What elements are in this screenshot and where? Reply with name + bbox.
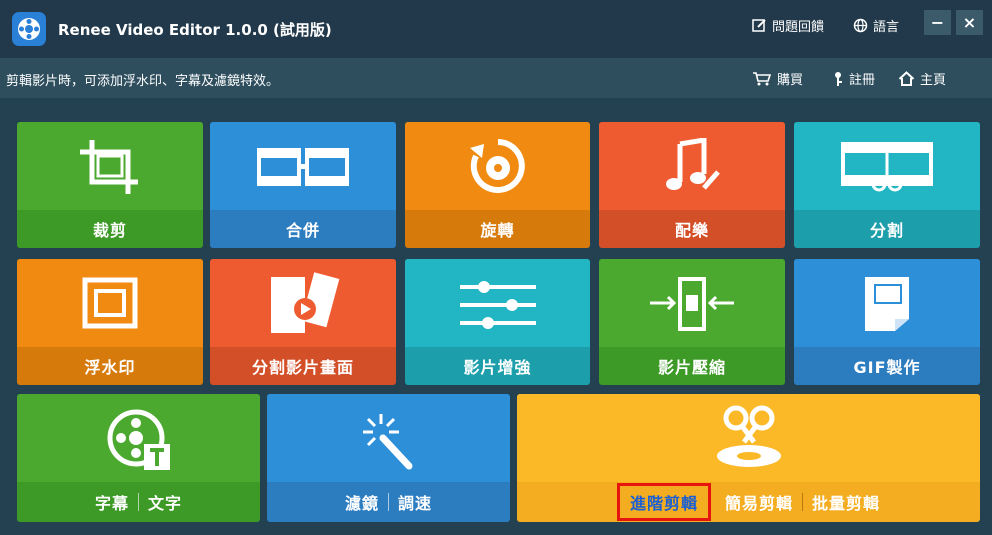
watermark-label: 浮水印: [84, 358, 136, 377]
watermark-icon: [82, 277, 138, 329]
compress-icon: [650, 277, 734, 331]
text-label[interactable]: 文字: [148, 490, 182, 514]
divider: [802, 493, 803, 511]
crop-tile[interactable]: 裁剪: [17, 122, 203, 248]
split-screen-tile[interactable]: 分割影片畫面: [210, 259, 396, 385]
app-title: Renee Video Editor 1.0.0 (試用版): [58, 21, 332, 39]
buy-link[interactable]: 購買: [752, 69, 803, 88]
split-screen-icon: [271, 272, 340, 333]
rotate-tile[interactable]: 旋轉: [405, 122, 590, 248]
key-icon: [835, 71, 842, 86]
register-link[interactable]: 註冊: [832, 69, 875, 88]
hint-bar: 剪輯影片時，可添加浮水印、字幕及濾鏡特效。 購買 註冊 主頁: [0, 58, 992, 98]
feedback-label: 問題回饋: [772, 20, 825, 35]
feedback-link[interactable]: 問題回饋: [752, 16, 824, 35]
rotate-label: 旋轉: [480, 221, 515, 240]
enhance-label: 影片增強: [463, 358, 532, 377]
title-bar: Renee Video Editor 1.0.0 (試用版) 問題回饋 語言 −…: [0, 0, 992, 58]
hint-text: 剪輯影片時，可添加浮水印、字幕及濾鏡特效。: [6, 74, 280, 89]
buy-label: 購買: [777, 73, 804, 88]
crop-icon: [80, 140, 138, 194]
register-label: 註冊: [849, 73, 876, 88]
split-label: 分割: [869, 221, 904, 240]
globe-icon: [853, 18, 868, 33]
advanced-edit-label[interactable]: 進階剪輯: [616, 483, 711, 521]
subtitle-film-icon: [107, 409, 170, 470]
rotate-icon: [469, 139, 525, 193]
speed-label[interactable]: 調速: [398, 490, 432, 514]
language-link[interactable]: 語言: [853, 16, 899, 35]
subtitle-text-tile[interactable]: 字幕 文字: [17, 394, 260, 522]
minimize-button[interactable]: −: [924, 10, 951, 35]
music-label: 配樂: [674, 221, 709, 240]
split-screen-label: 分割影片畫面: [251, 358, 354, 377]
gif-tile[interactable]: GIF製作: [794, 259, 980, 385]
music-note-icon: [666, 138, 720, 190]
compress-label: 影片壓縮: [657, 358, 726, 377]
divider: [138, 493, 139, 511]
scissors-film-icon: [716, 405, 781, 467]
cart-icon: [753, 72, 772, 86]
filter-speed-labels: 濾鏡 調速: [267, 482, 510, 522]
close-button[interactable]: ×: [956, 10, 983, 35]
enhance-tile[interactable]: 影片增強: [405, 259, 590, 385]
home-icon: [898, 71, 915, 86]
home-link[interactable]: 主頁: [898, 69, 946, 88]
divider: [388, 493, 389, 511]
language-label: 語言: [873, 20, 900, 35]
subtitle-label[interactable]: 字幕: [95, 490, 129, 514]
crop-label: 裁剪: [92, 221, 127, 240]
filter-speed-tile[interactable]: 濾鏡 調速: [267, 394, 510, 522]
gif-label: GIF製作: [853, 358, 921, 377]
sliders-icon: [459, 281, 536, 329]
filter-label[interactable]: 濾鏡: [345, 490, 379, 514]
simple-edit-label[interactable]: 簡易剪輯: [725, 490, 793, 514]
home-label: 主頁: [920, 73, 947, 88]
merge-label: 合併: [285, 221, 320, 240]
music-tile[interactable]: 配樂: [599, 122, 785, 248]
batch-edit-label[interactable]: 批量剪輯: [812, 490, 880, 514]
merge-tile[interactable]: 合併: [210, 122, 396, 248]
advanced-edit-tile[interactable]: 進階剪輯 簡易剪輯 批量剪輯: [517, 394, 980, 522]
watermark-tile[interactable]: 浮水印: [17, 259, 203, 385]
advanced-edit-labels: 進階剪輯 簡易剪輯 批量剪輯: [517, 482, 980, 522]
gif-file-icon: [865, 277, 909, 331]
subtitle-text-labels: 字幕 文字: [17, 482, 260, 522]
compress-tile[interactable]: 影片壓縮: [599, 259, 785, 385]
split-scissors-icon: [841, 142, 933, 192]
edit-icon: [752, 19, 766, 32]
app-logo-icon: [12, 12, 46, 46]
merge-icon: [257, 148, 349, 186]
magic-wand-icon: [362, 414, 412, 470]
split-tile[interactable]: 分割: [794, 122, 980, 248]
